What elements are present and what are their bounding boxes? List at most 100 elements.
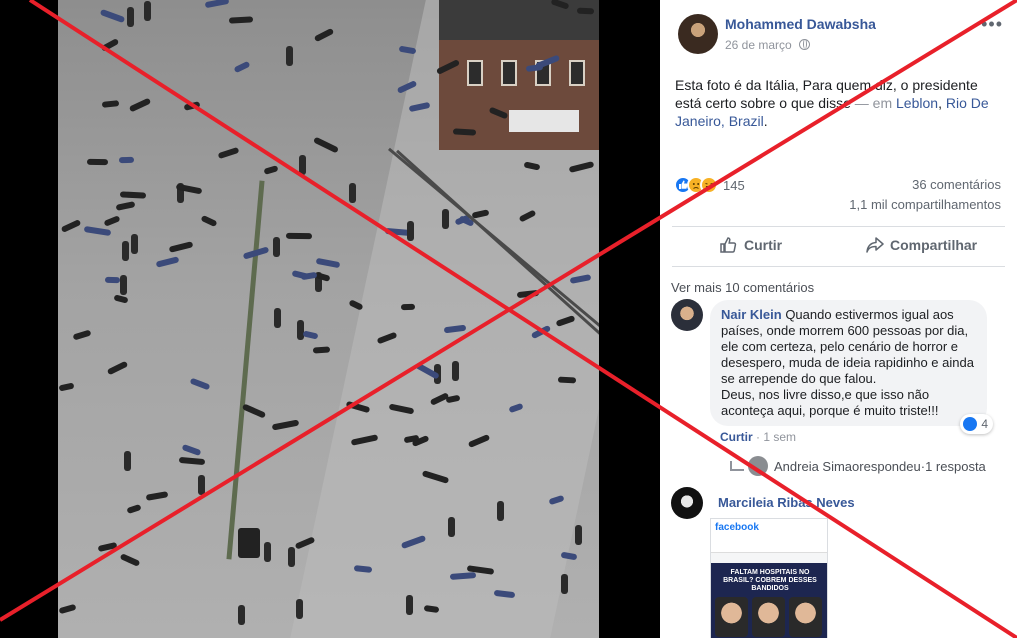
lying-person	[119, 553, 141, 567]
lying-person	[103, 215, 121, 227]
lying-person	[86, 158, 109, 166]
standing-person	[452, 361, 459, 381]
lying-person	[576, 7, 595, 15]
lying-person	[313, 27, 335, 43]
standing-person	[198, 475, 205, 495]
lying-person	[118, 156, 135, 164]
lying-person	[155, 256, 180, 268]
reply-arrow-icon	[730, 461, 744, 471]
replier-avatar	[748, 456, 768, 476]
shares-count[interactable]: 1,1 mil compartilhamentos	[849, 197, 1001, 212]
standing-person	[299, 155, 306, 175]
lying-person	[183, 101, 201, 111]
comment-text: Quando estivermos igual aos países, onde…	[721, 307, 974, 418]
post-date[interactable]: 26 de março	[725, 38, 792, 52]
face	[752, 597, 785, 637]
lying-person	[233, 60, 251, 74]
standing-person	[406, 595, 413, 615]
lying-person	[97, 541, 118, 553]
lying-person	[126, 503, 142, 515]
image-poster: FALTAM HOSPITAIS NO BRASIL? COBREM DESSE…	[711, 563, 827, 638]
lying-person	[145, 491, 169, 501]
standing-person	[349, 183, 356, 203]
share-arrow-icon	[866, 237, 884, 253]
standing-person	[286, 46, 293, 66]
lying-person	[189, 377, 211, 391]
commenter-avatar[interactable]	[671, 487, 703, 519]
lying-person	[178, 456, 206, 466]
thumbs-up-icon	[720, 237, 738, 253]
lying-person	[217, 146, 240, 160]
lying-person	[115, 201, 136, 211]
replies-link[interactable]: Andreia Simao respondeu · 1 resposta	[730, 456, 986, 476]
image-facebook-logo: facebook	[711, 519, 827, 539]
comments-count[interactable]: 36 comentários	[912, 177, 1001, 192]
lying-person	[100, 38, 120, 52]
comment-like-link[interactable]: Curtir	[720, 430, 753, 444]
comment-reactions[interactable]: 4	[960, 414, 993, 434]
screenshot: Mohammed Dawabsha 26 de março ••• Esta f…	[0, 0, 1017, 638]
lying-person	[104, 276, 121, 284]
standing-person	[144, 1, 151, 21]
standing-person	[120, 275, 127, 295]
post-photo[interactable]	[0, 0, 660, 638]
lying-person	[313, 136, 339, 154]
lying-person	[285, 232, 313, 240]
lying-person	[400, 303, 416, 311]
commenter-name[interactable]: Marcileia Ribas Neves	[718, 495, 855, 510]
lying-person	[200, 214, 218, 228]
lying-person	[128, 97, 152, 113]
divider	[672, 226, 1005, 227]
standing-person	[296, 599, 303, 619]
lying-person	[106, 360, 129, 376]
author-avatar[interactable]	[678, 14, 718, 54]
lying-person	[228, 16, 254, 24]
lying-person	[557, 376, 577, 384]
haha-reaction-icon	[700, 176, 718, 194]
lying-person	[204, 0, 230, 9]
lying-person	[113, 294, 129, 304]
audience-globe-icon	[799, 39, 811, 50]
more-options-button[interactable]: •••	[981, 14, 1003, 35]
comment-time[interactable]: 1 sem	[763, 430, 796, 444]
comment-image[interactable]: facebook FALTAM HOSPITAIS NO BRASIL? COB…	[710, 518, 828, 638]
lying-person	[452, 128, 477, 136]
lying-person	[58, 382, 75, 392]
standing-person	[131, 234, 138, 254]
trash-bin	[238, 528, 260, 558]
standing-person	[124, 451, 131, 471]
lying-person	[315, 257, 341, 269]
location-link-leblon[interactable]: Leblon	[896, 95, 938, 111]
lying-person	[119, 191, 147, 199]
comment-actions: Curtir · 1 sem	[720, 430, 797, 444]
standing-person	[238, 605, 245, 625]
commenter-name[interactable]: Nair Klein	[721, 307, 782, 322]
lying-person	[72, 329, 92, 341]
post-meta: 26 de março	[725, 38, 811, 52]
author-name[interactable]: Mohammed Dawabsha	[725, 16, 876, 32]
lamp-pole	[226, 180, 265, 560]
reactions-summary[interactable]: 145	[674, 174, 745, 196]
standing-person	[273, 237, 280, 257]
reaction-count: 145	[723, 177, 745, 193]
view-more-comments-link[interactable]: Ver mais 10 comentários	[671, 280, 814, 295]
standing-person	[442, 209, 449, 229]
standing-person	[122, 241, 129, 261]
standing-person	[127, 7, 134, 27]
share-button[interactable]: Compartilhar	[866, 237, 977, 253]
lying-person	[99, 8, 126, 24]
standing-person	[407, 221, 414, 241]
lying-person	[241, 403, 267, 419]
lying-person	[101, 100, 120, 108]
lying-person	[398, 45, 417, 55]
lying-person	[83, 225, 112, 237]
face	[715, 597, 748, 637]
lying-person	[302, 330, 319, 340]
commenter-avatar[interactable]	[671, 299, 703, 331]
face	[789, 597, 822, 637]
like-button[interactable]: Curtir	[720, 237, 782, 253]
divider	[672, 266, 1005, 267]
standing-person	[264, 542, 271, 562]
lying-person	[168, 241, 194, 253]
standing-person	[448, 517, 455, 537]
